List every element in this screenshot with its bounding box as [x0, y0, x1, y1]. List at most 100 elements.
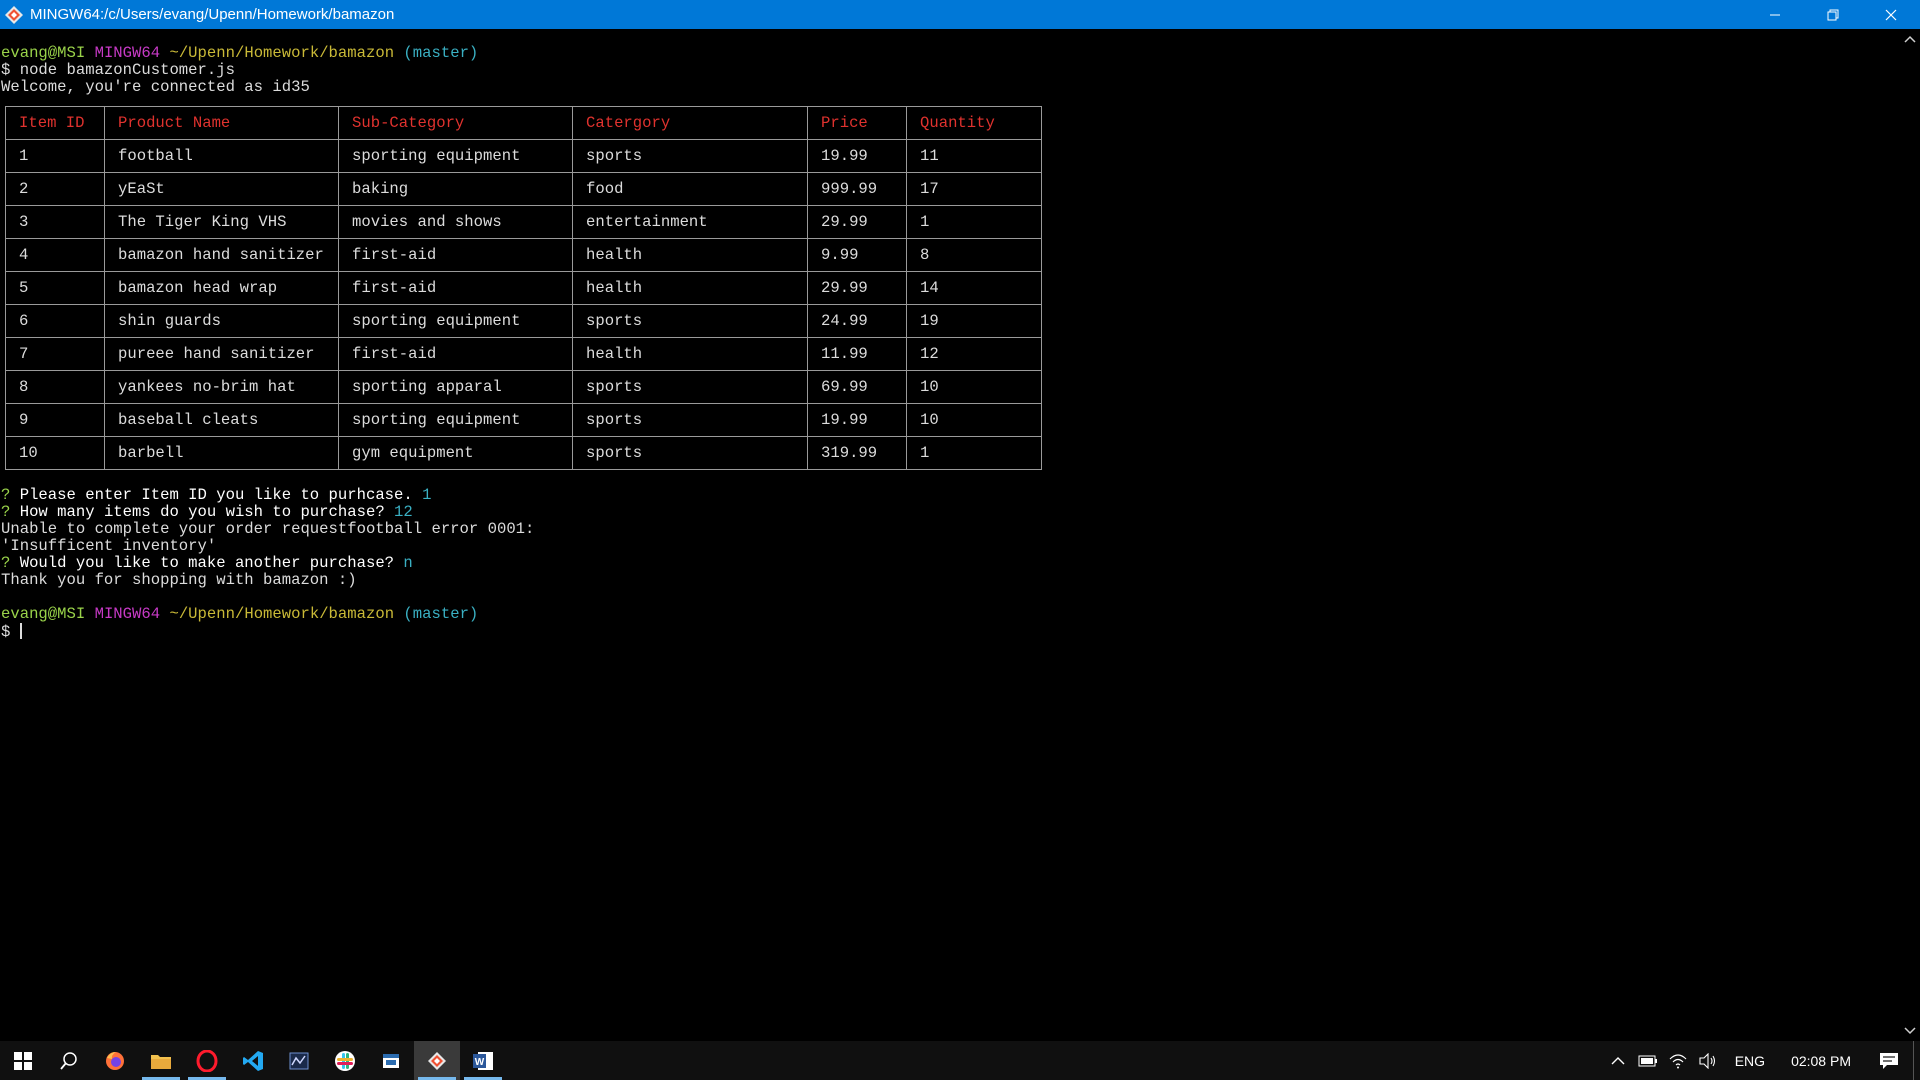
input-prompt[interactable]: $: [1, 623, 22, 641]
cell-category: health: [572, 337, 808, 371]
cell-item-id: 10: [5, 436, 105, 470]
cell-item-id: 6: [5, 304, 105, 338]
prompt-path: ~/Upenn/Homework/bamazon: [169, 605, 395, 623]
cell-quantity: 10: [906, 370, 1042, 404]
restore-button[interactable]: [1804, 0, 1862, 29]
cell-sub-category: movies and shows: [338, 205, 573, 239]
thank-you-message: Thank you for shopping with bamazon :): [1, 571, 357, 589]
opera-icon: [196, 1049, 218, 1072]
cell-product-name: yankees no-brim hat: [104, 370, 339, 404]
command-line: $ node bamazonCustomer.js: [1, 61, 235, 79]
taskbar-clock[interactable]: 02:08 PM: [1777, 1053, 1865, 1069]
cell-sub-category: first-aid: [338, 238, 573, 272]
taskbar-firefox[interactable]: [92, 1041, 138, 1080]
cell-price: 19.99: [807, 403, 907, 437]
cell-category: health: [572, 271, 808, 305]
cell-quantity: 11: [906, 139, 1042, 173]
table-row: 10 barbell gym equipment sports 319.99 1: [5, 436, 1042, 470]
vertical-scrollbar[interactable]: [1900, 29, 1920, 1041]
cell-quantity: 1: [906, 205, 1042, 239]
table-row: 6 shin guards sporting equipment sports 24.9…: [5, 304, 1042, 338]
search-button[interactable]: [46, 1041, 92, 1080]
cell-price: 999.99: [807, 172, 907, 206]
taskbar-opera[interactable]: [184, 1041, 230, 1080]
header-price: Price: [807, 106, 907, 140]
cell-product-name: The Tiger King VHS: [104, 205, 339, 239]
cell-price: 19.99: [807, 139, 907, 173]
input-language-indicator[interactable]: ENG: [1723, 1053, 1777, 1069]
start-icon: [14, 1051, 32, 1070]
cell-product-name: football: [104, 139, 339, 173]
chevron-up-icon: [1904, 35, 1916, 43]
taskbar-word[interactable]: W: [460, 1041, 506, 1080]
cell-product-name: yEaSt: [104, 172, 339, 206]
question-item-id: ? Please enter Item ID you like to purhc…: [1, 487, 431, 504]
cell-quantity: 17: [906, 172, 1042, 206]
battery-icon: [1638, 1055, 1657, 1066]
volume-button[interactable]: [1693, 1052, 1723, 1069]
firefox-icon: [106, 1051, 124, 1070]
file-explorer-icon: [151, 1054, 171, 1069]
cell-product-name: shin guards: [104, 304, 339, 338]
cell-quantity: 10: [906, 403, 1042, 437]
taskbar-git-bash[interactable]: [414, 1041, 460, 1080]
taskbar-git-gui[interactable]: [276, 1041, 322, 1080]
question-another-purchase: ? Would you like to make another purchas…: [1, 555, 413, 572]
minimize-icon: [1770, 14, 1780, 15]
git-gui-icon: [289, 1052, 309, 1069]
question-answer: n: [403, 554, 413, 572]
scroll-down-button[interactable]: [1900, 1021, 1920, 1041]
cell-sub-category: sporting equipment: [338, 139, 573, 173]
header-category: Catergory: [572, 106, 808, 140]
scroll-up-button[interactable]: [1900, 29, 1920, 49]
cell-sub-category: sporting equipment: [338, 403, 573, 437]
cell-item-id: 9: [5, 403, 105, 437]
question-text: How many items do you wish to purchase?: [19, 503, 385, 521]
cell-quantity: 19: [906, 304, 1042, 338]
cell-quantity: 1: [906, 436, 1042, 470]
taskbar: W ENG 02:08 PM: [0, 1041, 1920, 1080]
cell-price: 319.99: [807, 436, 907, 470]
taskbar-calendar-app[interactable]: [368, 1041, 414, 1080]
cell-item-id: 7: [5, 337, 105, 371]
network-button[interactable]: [1663, 1053, 1693, 1069]
terminal-output[interactable]: evang@MSI MINGW64 ~/Upenn/Homework/bamaz…: [0, 29, 1900, 1041]
table-row: 3 The Tiger King VHS movies and shows enter…: [5, 205, 1042, 239]
header-sub-category: Sub-Category: [338, 106, 573, 140]
cell-product-name: bamazon head wrap: [104, 271, 339, 305]
word-icon: W: [473, 1051, 493, 1070]
taskbar-file-explorer[interactable]: [138, 1041, 184, 1080]
vscode-icon: [243, 1050, 263, 1071]
chevron-up-icon: [1611, 1056, 1625, 1064]
action-center-button[interactable]: [1865, 1052, 1913, 1070]
cell-item-id: 1: [5, 139, 105, 173]
prompt-shell: MINGW64: [94, 605, 161, 623]
taskbar-slack[interactable]: [322, 1041, 368, 1080]
cell-item-id: 8: [5, 370, 105, 404]
question-text: Please enter Item ID you like to purhcas…: [19, 486, 413, 504]
show-desktop-button[interactable]: [1913, 1041, 1920, 1080]
cell-category: sports: [572, 139, 808, 173]
table-row: 7 pureee hand sanitizer first-aid health 11.…: [5, 337, 1042, 371]
window-titlebar[interactable]: MINGW64:/c/Users/evang/Upenn/Homework/ba…: [0, 0, 1920, 29]
wifi-icon: [1669, 1053, 1687, 1068]
table-row: 9 baseball cleats sporting equipment sports…: [5, 403, 1042, 437]
prompt-path: ~/Upenn/Homework/bamazon: [169, 44, 395, 62]
error-detail: 'Insufficent inventory': [1, 537, 217, 555]
cell-category: sports: [572, 403, 808, 437]
cell-sub-category: gym equipment: [338, 436, 573, 470]
cell-quantity: 12: [906, 337, 1042, 371]
taskbar-vscode[interactable]: [230, 1041, 276, 1080]
search-icon: [60, 1051, 77, 1070]
git-bash-icon: [428, 1051, 446, 1070]
cell-sub-category: baking: [338, 172, 573, 206]
question-mark: ?: [1, 554, 11, 572]
question-quantity: ? How many items do you wish to purchase…: [1, 504, 413, 521]
prompt-line: evang@MSI MINGW64 ~/Upenn/Homework/bamaz…: [1, 45, 478, 62]
minimize-button[interactable]: [1746, 0, 1804, 29]
start-button[interactable]: [0, 1041, 46, 1080]
cell-category: food: [572, 172, 808, 206]
close-button[interactable]: [1862, 0, 1920, 29]
show-hidden-icons-button[interactable]: [1603, 1056, 1633, 1066]
battery-button[interactable]: [1633, 1055, 1663, 1067]
